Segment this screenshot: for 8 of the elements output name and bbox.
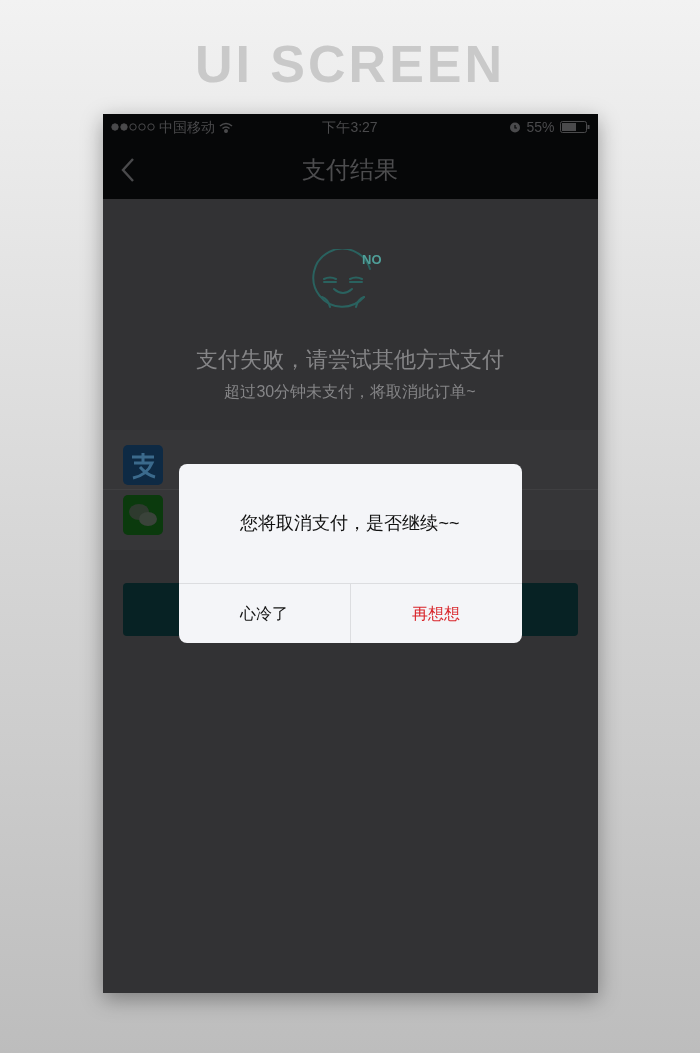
page-title: 支付结果 <box>302 154 398 185</box>
battery-percent: 55% <box>526 117 555 137</box>
carrier-name: 中国移动 <box>158 117 215 137</box>
result-subtitle: 超过30分钟未支付，将取消此订单~ <box>224 382 476 402</box>
status-time: 下午3:27 <box>322 117 378 137</box>
icon-label: NO <box>362 253 382 267</box>
dialog-message: 您将取消支付，是否继续~~ <box>239 512 461 535</box>
result-title: 支付失败，请尝试其他方式支付 <box>196 346 504 374</box>
